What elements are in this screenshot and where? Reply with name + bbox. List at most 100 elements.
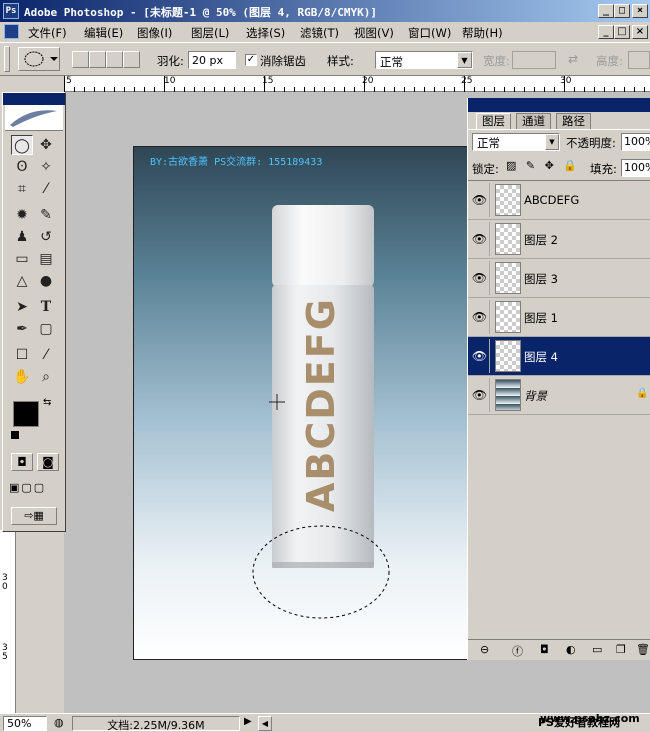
antialias-checkbox[interactable]: ✓ xyxy=(245,54,257,66)
zoom-tool-icon[interactable]: ⌕ xyxy=(35,367,57,387)
layer-thumbnail xyxy=(495,184,521,216)
opacity-input[interactable]: 100% xyxy=(621,133,650,151)
layer-name: ABCDEFG xyxy=(524,193,580,207)
tools-palette-header[interactable] xyxy=(3,93,65,105)
menu-help[interactable]: 帮助(H) xyxy=(462,25,503,41)
blend-mode-select[interactable]: 正常 ▼ xyxy=(472,133,560,151)
lock-icons[interactable]: ▨ ✎ ✥ 🔒 xyxy=(506,159,586,175)
doc-minimize-button[interactable]: _ xyxy=(598,25,614,39)
opacity-label: 不透明度: xyxy=(566,136,616,150)
document-icon[interactable] xyxy=(4,24,19,39)
new-group-icon[interactable]: ▭ xyxy=(592,643,602,656)
fill-label: 填充: xyxy=(590,162,617,176)
layer-row-2[interactable]: 👁 图层 2 xyxy=(468,220,650,259)
jump-to-imageready-icon[interactable]: ⇨▦ xyxy=(11,507,57,525)
scroll-left-button[interactable]: ◀ xyxy=(258,716,272,731)
zoom-level-input[interactable]: 50% xyxy=(3,716,47,731)
tool-preset-picker[interactable] xyxy=(18,47,60,71)
height-input[interactable] xyxy=(628,51,650,69)
menu-select[interactable]: 选择(S) xyxy=(246,25,285,41)
new-layer-icon[interactable]: ❐ xyxy=(616,643,626,656)
healing-brush-icon[interactable]: ✹ xyxy=(11,205,33,225)
photoshop-app-icon[interactable]: Ps xyxy=(3,3,19,19)
pen-tool-icon[interactable]: ✒ xyxy=(11,319,33,339)
doc-close-button[interactable]: × xyxy=(632,25,648,39)
standard-mode-icon[interactable]: ◘ xyxy=(11,453,33,471)
type-tool-icon[interactable]: T xyxy=(35,297,57,317)
layer-row-3[interactable]: 👁 图层 3 xyxy=(468,259,650,298)
layer-style-icon[interactable]: ⓕ xyxy=(512,643,523,659)
notes-tool-icon[interactable]: ☐ xyxy=(11,345,33,365)
swap-icon[interactable]: ⇄ xyxy=(568,52,578,66)
eye-icon[interactable]: 👁 xyxy=(470,300,490,334)
eye-icon[interactable]: 👁 xyxy=(470,261,490,295)
minimize-button[interactable]: _ xyxy=(598,4,614,18)
foreground-color-swatch[interactable] xyxy=(13,401,39,427)
tab-channels[interactable]: 通道 xyxy=(516,113,551,129)
magic-wand-icon[interactable]: ✧ xyxy=(35,157,57,177)
eraser-tool-icon[interactable]: ▭ xyxy=(11,249,33,269)
layer-row-background[interactable]: 👁 背景 🔒 xyxy=(468,376,650,415)
menu-image[interactable]: 图像(I) xyxy=(137,25,172,41)
feather-input[interactable]: 20 px xyxy=(188,51,236,69)
fill-input[interactable]: 100% xyxy=(621,159,650,177)
ruler-label-30: 30 xyxy=(560,76,572,86)
layer-row-abcdefg[interactable]: 👁 ABCDEFG xyxy=(468,181,650,220)
style-select[interactable]: 正常 ▼ xyxy=(375,51,473,69)
layer-row-1[interactable]: 👁 图层 1 xyxy=(468,298,650,337)
document-info[interactable]: 文档:2.25M/9.36M xyxy=(72,716,240,732)
layer-mask-icon[interactable]: ◘ xyxy=(540,643,549,656)
marquee-tool-icon[interactable]: ◯ xyxy=(11,135,33,155)
layers-panel-titlebar[interactable] xyxy=(468,98,650,112)
eye-icon[interactable]: 👁 xyxy=(470,183,490,217)
gradient-tool-icon[interactable]: ▤ xyxy=(35,249,57,269)
status-arrow-icon[interactable]: ▶ xyxy=(244,716,252,727)
eyedropper-icon[interactable]: ⁄ xyxy=(35,345,57,365)
eye-icon[interactable]: 👁 xyxy=(470,378,490,412)
link-icon[interactable]: ⊖ xyxy=(480,643,489,656)
lasso-tool-icon[interactable]: ʘ xyxy=(11,157,33,177)
slice-tool-icon[interactable]: ⁄ xyxy=(35,179,57,199)
hand-tool-icon[interactable]: ✋ xyxy=(11,367,33,387)
layer-row-4[interactable]: 👁 图层 4 xyxy=(468,337,650,376)
close-button[interactable]: × xyxy=(632,4,648,18)
brush-tool-icon[interactable]: ✎ xyxy=(35,205,57,225)
move-tool-icon[interactable]: ✥ xyxy=(35,135,57,155)
clone-stamp-icon[interactable]: ♟ xyxy=(11,227,33,247)
eye-icon[interactable]: 👁 xyxy=(470,222,490,256)
menu-window[interactable]: 窗口(W) xyxy=(408,25,451,41)
history-brush-icon[interactable]: ↺ xyxy=(35,227,57,247)
trash-icon[interactable]: 🗑 xyxy=(636,643,650,656)
document-canvas[interactable]: BY:古欲香萧 PS交流群: 155189433 ABCDEFG xyxy=(133,146,470,660)
options-grip[interactable] xyxy=(4,46,10,72)
tab-paths[interactable]: 路径 xyxy=(556,113,591,129)
swap-colors-icon[interactable]: ⇆ xyxy=(43,397,51,408)
menu-edit[interactable]: 编辑(E) xyxy=(84,25,123,41)
crop-tool-icon[interactable]: ⌗ xyxy=(11,179,33,199)
menu-filter[interactable]: 滤镜(T) xyxy=(300,25,339,41)
dodge-tool-icon[interactable]: ● xyxy=(35,271,57,291)
shape-tool-icon[interactable]: ▢ xyxy=(35,319,57,339)
blur-tool-icon[interactable]: △ xyxy=(11,271,33,291)
doc-restore-button[interactable]: □ xyxy=(614,25,630,39)
maximize-button[interactable]: □ xyxy=(614,4,630,18)
quick-mask-icon[interactable]: ◙ xyxy=(37,453,59,471)
subtract-selection-icon[interactable] xyxy=(106,51,123,68)
intersect-selection-icon[interactable] xyxy=(123,51,140,68)
menu-file[interactable]: 文件(F) xyxy=(28,25,67,41)
menu-view[interactable]: 视图(V) xyxy=(354,25,394,41)
bottle-artwork: ABCDEFG xyxy=(252,205,390,619)
adjustment-layer-icon[interactable]: ◐ xyxy=(566,643,576,656)
style-select-value: 正常 xyxy=(380,55,403,69)
new-selection-icon[interactable] xyxy=(72,51,89,68)
default-colors-icon[interactable] xyxy=(11,431,19,439)
menu-layer[interactable]: 图层(L) xyxy=(191,25,229,41)
eye-icon[interactable]: 👁 xyxy=(470,339,490,373)
feather-logo-icon[interactable] xyxy=(5,105,63,131)
path-select-icon[interactable]: ➤ xyxy=(11,297,33,317)
screen-mode-icons[interactable]: ▣▢▢ xyxy=(9,481,61,497)
width-input[interactable] xyxy=(512,51,556,69)
tab-layers[interactable]: 图层 xyxy=(476,113,511,129)
status-info-icon[interactable]: ◍ xyxy=(54,716,64,729)
add-selection-icon[interactable] xyxy=(89,51,106,68)
